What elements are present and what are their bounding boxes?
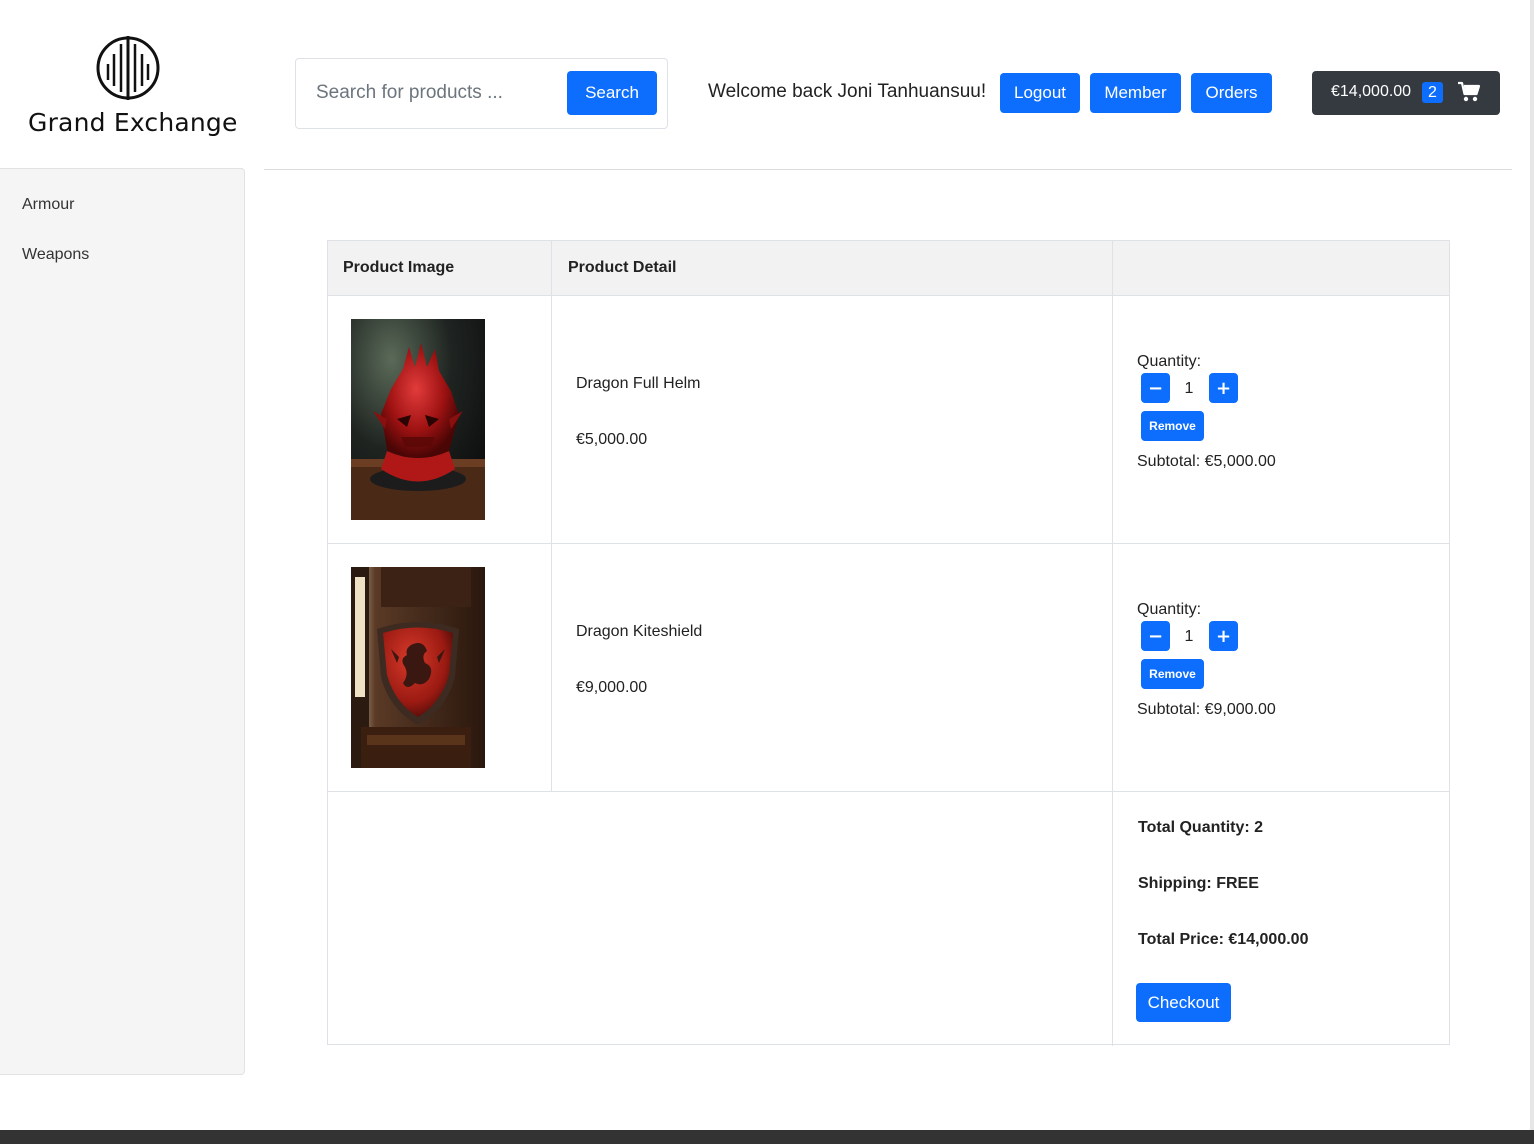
shopping-cart-icon	[1458, 81, 1481, 102]
table-header-row: Product Image Product Detail	[328, 241, 1449, 296]
total-price: Total Price: €14,000.00	[1138, 931, 1309, 948]
product-price: €9,000.00	[576, 679, 648, 696]
table-row: Dragon Full Helm €5,000.00 Quantity: − 1…	[328, 296, 1449, 543]
decrease-quantity-button[interactable]: −	[1141, 621, 1170, 651]
header-divider	[264, 169, 1512, 170]
quantity-value: 1	[1184, 628, 1194, 645]
page-footer	[0, 1130, 1534, 1144]
cart-table: Product Image Product Detail Dragon Full…	[327, 240, 1450, 1046]
remove-item-button[interactable]: Remove	[1141, 411, 1204, 441]
increase-quantity-button[interactable]: +	[1209, 373, 1238, 403]
sidebar-item-weapons[interactable]: Weapons	[22, 246, 89, 264]
item-subtotal: Subtotal: €9,000.00	[1137, 701, 1276, 718]
item-subtotal: Subtotal: €5,000.00	[1137, 453, 1276, 470]
quantity-label: Quantity:	[1137, 353, 1202, 370]
shipping-info: Shipping: FREE	[1138, 875, 1259, 892]
sidebar-item-armour[interactable]: Armour	[22, 196, 74, 214]
header-product-detail: Product Detail	[568, 259, 677, 276]
product-image-dragon-kiteshield[interactable]	[351, 567, 485, 768]
remove-item-button[interactable]: Remove	[1141, 659, 1204, 689]
search-button[interactable]: Search	[567, 71, 657, 115]
page-scrollbar[interactable]	[1530, 0, 1534, 1130]
header-product-image: Product Image	[343, 259, 455, 276]
table-row: Dragon Kiteshield €9,000.00 Quantity: − …	[328, 544, 1449, 791]
quantity-value: 1	[1184, 380, 1194, 397]
brand-name: Grand Exchange	[28, 108, 238, 137]
red-dragon-helmet-image	[351, 319, 485, 520]
barcode-circle-logo-icon	[96, 36, 160, 100]
orders-button[interactable]: Orders	[1191, 73, 1272, 113]
welcome-message: Welcome back Joni Tanhuansuu!	[708, 81, 987, 102]
member-button[interactable]: Member	[1090, 73, 1181, 113]
brand-logo[interactable]: Grand Exchange	[28, 34, 238, 137]
row-divider	[328, 791, 1449, 792]
logout-button[interactable]: Logout	[1000, 73, 1080, 113]
quantity-label: Quantity:	[1137, 601, 1202, 618]
product-price: €5,000.00	[576, 431, 648, 448]
product-name[interactable]: Dragon Kiteshield	[576, 623, 702, 641]
product-image-dragon-full-helm[interactable]	[351, 319, 485, 520]
search-bar: Search	[295, 58, 668, 129]
decrease-quantity-button[interactable]: −	[1141, 373, 1170, 403]
cart-button[interactable]: €14,000.00 2	[1312, 71, 1500, 115]
cart-count-badge: 2	[1422, 82, 1443, 103]
search-input[interactable]	[306, 71, 561, 115]
cart-total: €14,000.00	[1331, 83, 1412, 100]
total-quantity: Total Quantity: 2	[1138, 819, 1264, 836]
category-sidebar: Armour Weapons	[0, 168, 245, 1075]
red-dragon-shield-image	[351, 567, 485, 768]
checkout-button[interactable]: Checkout	[1136, 983, 1231, 1022]
increase-quantity-button[interactable]: +	[1209, 621, 1238, 651]
product-name[interactable]: Dragon Full Helm	[576, 375, 700, 393]
